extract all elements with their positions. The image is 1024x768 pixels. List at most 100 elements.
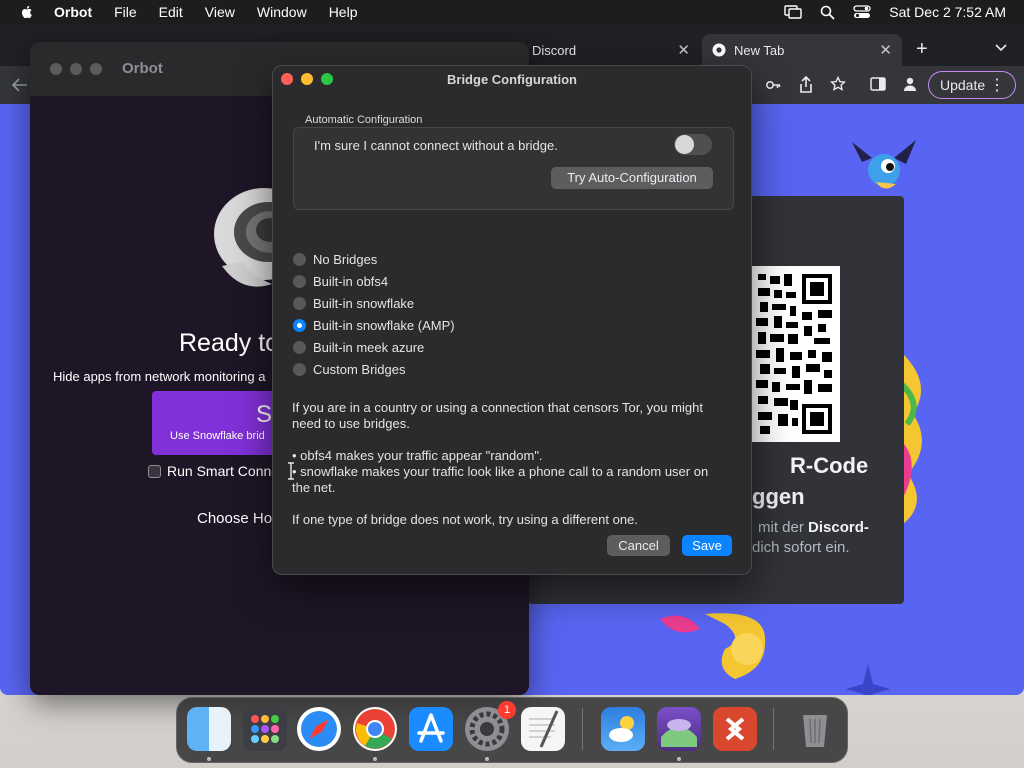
settings-badge: 1 [498,701,516,719]
close-icon[interactable]: ✕ [879,41,892,59]
running-indicator [207,757,211,761]
choose-how-link[interactable]: Choose Ho [197,510,272,527]
menu-view[interactable]: View [205,4,235,20]
spotlight-search-icon[interactable] [820,5,835,20]
chrome-icon[interactable] [353,707,397,751]
radio-custom-bridges[interactable]: Custom Bridges [293,358,455,380]
running-indicator [373,757,377,761]
qr-title-line2: ggen [752,484,805,509]
bridge-configuration-dialog: Bridge Configuration Automatic Configura… [272,65,752,575]
censorship-info-text: If you are in a country or using a conne… [292,400,737,432]
remote-desktop-icon[interactable] [713,707,757,751]
radio-dot[interactable] [293,252,306,266]
text-cursor-icon [288,462,294,480]
textedit-icon[interactable] [521,707,565,751]
discord-mascot-illustration [852,140,916,189]
radio-label: No Bridges [313,251,378,267]
radio-dot[interactable] [293,340,306,354]
cancel-button[interactable]: Cancel [607,535,670,556]
trash-icon[interactable] [793,707,837,751]
launchpad-icon[interactable] [243,707,287,751]
update-button[interactable]: Update ⋮ [928,71,1016,99]
radio-label: Built-in obfs4 [313,273,389,289]
automatic-configuration-group: I'm sure I cannot connect without a brid… [293,127,734,210]
radio-built-in-snowflake[interactable]: Built-in snowflake [293,292,455,314]
chrome-logo-icon [712,43,726,57]
qr-text-bold: Discord- [808,519,869,536]
run-smart-connect-checkbox[interactable] [148,464,161,478]
radio-dot[interactable] [293,274,306,288]
update-label: Update [940,77,986,93]
chevron-down-icon[interactable] [995,44,1007,52]
bridge-options: No Bridges Built-in obfs4 Built-in snowf… [293,248,455,380]
info-line: • snowflake makes your traffic look like… [292,464,709,479]
dock: 1 [176,697,848,763]
more-menu-icon[interactable]: ⋮ [989,75,1005,95]
radio-label: Built-in snowflake [313,295,415,311]
radio-no-bridges[interactable]: No Bridges [293,248,455,270]
dock-separator [773,708,774,750]
radio-label: Built-in snowflake (AMP) [313,317,455,333]
orbot-icon[interactable] [657,707,701,751]
side-panel-icon[interactable] [870,77,886,91]
ready-heading: Ready to [179,329,280,357]
qr-title-line1: R-Code [790,453,869,478]
radio-dot[interactable] [293,362,306,376]
running-indicator [677,757,681,761]
save-button[interactable]: Save [682,535,732,556]
toggle-knob [675,135,694,154]
close-icon[interactable]: ✕ [677,41,690,59]
back-arrow-icon[interactable] [12,78,28,92]
menu-clock[interactable]: Sat Dec 2 7:52 AM [889,4,1006,20]
radio-built-in-meek-azure[interactable]: Built-in meek azure [293,336,455,358]
profile-icon[interactable] [902,76,918,92]
app-store-icon[interactable] [409,707,453,751]
info-line: need to use bridges. [292,416,410,431]
qr-text-prefix: mit der [758,519,809,536]
weather-icon[interactable] [601,707,645,751]
tab-discord[interactable]: Discord ✕ [520,34,700,66]
control-center-icon[interactable] [853,5,871,19]
radio-built-in-obfs4[interactable]: Built-in obfs4 [293,270,455,292]
qr-text-line1: mit der Discord- [758,519,869,536]
info-line: If you are in a country or using a conne… [292,400,703,415]
menu-help[interactable]: Help [329,4,358,20]
tab-new-tab-label: New Tab [734,42,785,58]
running-indicator [485,757,489,761]
no-bridge-label: I'm sure I cannot connect without a brid… [314,138,558,153]
tab-discord-label: Discord [532,42,577,58]
finder-icon[interactable] [187,707,231,751]
menu-file[interactable]: File [114,4,137,20]
close-window-button[interactable] [50,63,62,75]
safari-icon[interactable] [297,707,341,751]
tab-new-tab[interactable]: New Tab ✕ [702,34,902,66]
zoom-window-button[interactable] [90,63,102,75]
qr-code-image [752,266,840,442]
start-button-sublabel: Use Snowflake brid [170,430,265,442]
no-bridge-toggle[interactable] [674,134,712,155]
radio-dot-selected[interactable] [293,318,306,332]
sparkle-illustration [846,664,890,695]
dialog-title: Bridge Configuration [447,72,577,87]
menu-edit[interactable]: Edit [159,4,183,20]
try-auto-configuration-button[interactable]: Try Auto-Configuration [551,167,713,189]
apple-icon[interactable] [19,4,35,20]
share-icon[interactable] [798,76,814,94]
key-icon[interactable] [765,77,781,93]
radio-built-in-snowflake-amp[interactable]: Built-in snowflake (AMP) [293,314,455,336]
run-smart-connect-option[interactable]: Run Smart Conne [148,463,279,479]
screen-mirroring-icon[interactable] [784,5,802,19]
minimize-window-button[interactable] [70,63,82,75]
bookmark-star-icon[interactable] [830,76,846,92]
menu-bar: Orbot File Edit View Window Help Sat Dec… [0,0,1024,24]
radio-label: Custom Bridges [313,361,406,377]
info-line: • obfs4 makes your traffic appear "rando… [292,448,543,463]
qr-text-line2: dich sofort ein. [752,539,850,556]
orbot-window-title: Orbot [122,60,163,77]
menu-app-name[interactable]: Orbot [54,4,92,20]
radio-dot[interactable] [293,296,306,310]
menu-window[interactable]: Window [257,4,307,20]
dock-separator [582,708,583,750]
run-smart-connect-label: Run Smart Conne [167,463,280,479]
new-tab-button[interactable]: + [916,38,928,61]
